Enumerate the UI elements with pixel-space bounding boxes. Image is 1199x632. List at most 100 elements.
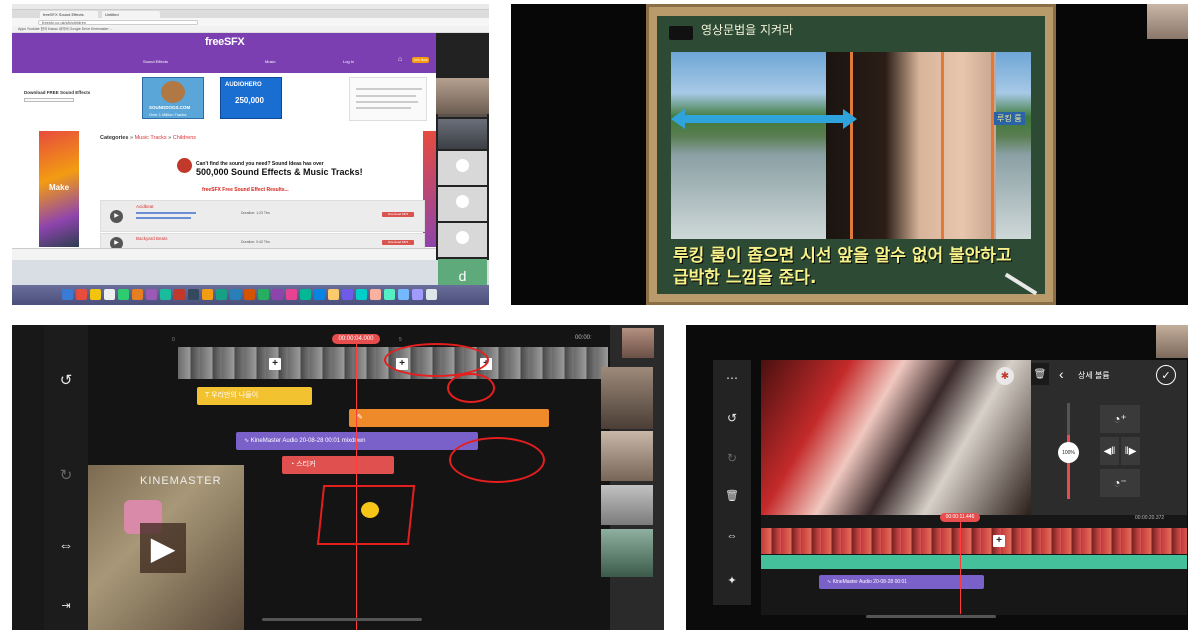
- dock-app-icon[interactable]: [398, 289, 409, 300]
- participant-video[interactable]: [438, 119, 487, 149]
- text-layer[interactable]: T 우리만의 나들이: [197, 387, 312, 405]
- sound-title[interactable]: Acidbeat: [136, 204, 154, 209]
- finder-icon[interactable]: [62, 289, 73, 300]
- settings-icon[interactable]: ✱: [996, 367, 1014, 385]
- dock-app-icon[interactable]: [342, 289, 353, 300]
- pin-icon[interactable]: ✦: [713, 565, 751, 595]
- volume-down-icon[interactable]: ◔⁻: [1100, 469, 1140, 497]
- presenter-camera[interactable]: [1147, 4, 1188, 39]
- bookmarks-bar[interactable]: Apps Youtube 한국 Kakao 네이버 Google Drive K…: [12, 26, 489, 33]
- sticker-layer[interactable]: ◔ 스티커: [282, 456, 394, 474]
- redo-icon[interactable]: ↻: [44, 455, 88, 495]
- dock-app-icon[interactable]: [118, 289, 129, 300]
- video-call-sidebar: d: [436, 33, 489, 293]
- dock-app-icon[interactable]: [188, 289, 199, 300]
- presenter-camera[interactable]: [1156, 325, 1188, 358]
- transition-add-icon[interactable]: +: [269, 358, 281, 370]
- redo-icon[interactable]: ↻: [713, 443, 751, 473]
- participant-avatar[interactable]: [438, 223, 487, 257]
- looking-room-arrow: [679, 115, 847, 123]
- dock-app-icon[interactable]: [286, 289, 297, 300]
- preview-watermark: KINEMASTER: [140, 475, 222, 487]
- split-icon[interactable]: ⇔: [44, 525, 88, 565]
- dock-app-icon[interactable]: [76, 289, 87, 300]
- play-icon[interactable]: ▶: [110, 210, 123, 223]
- dock-app-icon[interactable]: [104, 289, 115, 300]
- back-icon[interactable]: ‹: [1059, 366, 1064, 382]
- dock-app-icon[interactable]: [146, 289, 157, 300]
- split-icon[interactable]: ⇔: [713, 521, 751, 551]
- dock-app-icon[interactable]: [202, 289, 213, 300]
- participant-avatar[interactable]: [438, 151, 487, 185]
- dock-app-icon[interactable]: [160, 289, 171, 300]
- audiohero-banner[interactable]: AUDIOHERO 250,000: [220, 77, 282, 119]
- presenter-camera[interactable]: [436, 78, 489, 114]
- trash-icon[interactable]: [426, 289, 437, 300]
- undo-icon[interactable]: ↺: [44, 360, 88, 400]
- home-icon[interactable]: ⌂: [398, 56, 402, 63]
- audio-waveform-track[interactable]: [761, 555, 1187, 569]
- download-heading: Download FREE Sound Effects: [24, 90, 91, 95]
- arrow-right-icon: [843, 109, 857, 129]
- video-clip-track[interactable]: [761, 528, 1187, 554]
- volume-up-icon[interactable]: ◔⁺: [1100, 405, 1140, 433]
- audio-layer[interactable]: ∿ KineMaster Audio 20-08-28 00:01 mixdow…: [236, 432, 478, 450]
- search-input[interactable]: [24, 98, 74, 102]
- scrollbar[interactable]: [262, 618, 422, 621]
- dock-app-icon[interactable]: [356, 289, 367, 300]
- dock-app-icon[interactable]: [132, 289, 143, 300]
- breadcrumb: Categories » Music Tracks » Childrens: [100, 135, 197, 141]
- browser-tab[interactable]: freeSFX Sound Effects: [40, 11, 98, 18]
- transition-add-icon[interactable]: +: [993, 535, 1005, 547]
- dock-app-icon[interactable]: [370, 289, 381, 300]
- dock-app-icon[interactable]: [272, 289, 283, 300]
- participant-video[interactable]: [601, 367, 653, 429]
- dock-app-icon[interactable]: [90, 289, 101, 300]
- sound-title[interactable]: Backyard Beats: [136, 236, 168, 241]
- sounddogs-banner[interactable]: SOUNDDOGS.COM Over 1 Million Tracks: [142, 77, 204, 119]
- dock-app-icon[interactable]: [328, 289, 339, 300]
- ruler-tick: 5: [399, 337, 402, 343]
- participant-avatar[interactable]: [438, 187, 487, 221]
- volume-slider-handle[interactable]: 100%: [1058, 442, 1079, 463]
- participant-video[interactable]: [601, 431, 653, 481]
- playhead-line[interactable]: [960, 522, 961, 614]
- scrollbar[interactable]: [866, 615, 996, 618]
- download-button[interactable]: Download MP3: [382, 212, 414, 217]
- fade-out-icon[interactable]: ‖▶: [1121, 437, 1140, 465]
- nav-music[interactable]: Music: [265, 59, 275, 64]
- download-button[interactable]: Download MP3: [382, 240, 414, 245]
- confirm-check-icon[interactable]: ✓: [1156, 365, 1176, 385]
- dock-app-icon[interactable]: [258, 289, 269, 300]
- handwriting-layer[interactable]: ✎: [349, 409, 549, 427]
- video-preview[interactable]: [761, 360, 1031, 515]
- delete-icon[interactable]: 🗑: [1031, 363, 1049, 385]
- frame-guide-line: [941, 52, 944, 239]
- dock-app-icon[interactable]: [216, 289, 227, 300]
- nav-sound-effects[interactable]: Sound Effects: [143, 59, 168, 64]
- more-icon[interactable]: ⋯: [713, 365, 751, 391]
- adobe-ad-left[interactable]: Make: [39, 131, 79, 247]
- fade-in-icon[interactable]: ◀‖: [1100, 437, 1119, 465]
- export-icon[interactable]: ⇥: [44, 585, 88, 625]
- dock-app-icon[interactable]: [384, 289, 395, 300]
- nav-login[interactable]: Log in: [343, 59, 354, 64]
- join-button[interactable]: Join Now: [412, 57, 429, 63]
- participant-video[interactable]: [601, 485, 653, 525]
- undo-icon[interactable]: ↺: [713, 403, 751, 433]
- browser-tab[interactable]: Untitled: [102, 11, 160, 18]
- breadcrumb-link[interactable]: Music Tracks: [135, 135, 167, 141]
- dock-app-icon[interactable]: [244, 289, 255, 300]
- participant-video[interactable]: [601, 529, 653, 577]
- participant-video[interactable]: [622, 328, 654, 358]
- dock-app-icon[interactable]: [300, 289, 311, 300]
- promo-text: Can't find the sound you need? Sound Ide…: [196, 161, 363, 177]
- dock-app-icon[interactable]: [174, 289, 185, 300]
- address-bar[interactable]: freesfx.co.uk/sfx/children: [38, 20, 198, 25]
- dock-app-icon[interactable]: [230, 289, 241, 300]
- play-icon[interactable]: ▶: [140, 523, 186, 573]
- trash-icon[interactable]: 🗑: [713, 480, 751, 510]
- dock-app-icon[interactable]: [314, 289, 325, 300]
- dock-app-icon[interactable]: [412, 289, 423, 300]
- site-logo[interactable]: freeSFX: [205, 36, 245, 48]
